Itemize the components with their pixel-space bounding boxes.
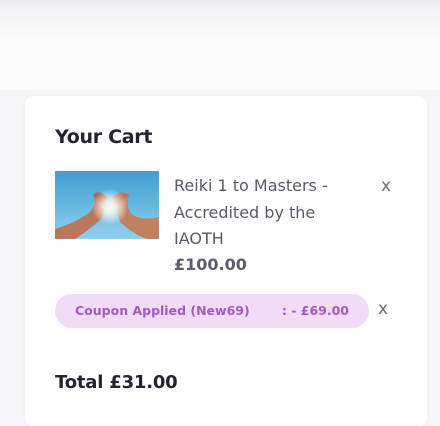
coupon-discount-amount: : - £69.00 bbox=[281, 303, 349, 318]
cart-total: Total £31.00 bbox=[55, 372, 178, 393]
product-thumbnail[interactable] bbox=[55, 171, 159, 239]
remove-coupon-button[interactable]: x bbox=[378, 301, 388, 318]
top-header-fade bbox=[0, 0, 440, 90]
coupon-badge: Coupon Applied (New69) : - £69.00 bbox=[55, 294, 369, 328]
product-price: £100.00 bbox=[174, 255, 247, 274]
cart-title: Your Cart bbox=[55, 126, 153, 148]
product-name[interactable]: Reiki 1 to Masters - Accredited by the I… bbox=[174, 173, 364, 253]
coupon-label: Coupon Applied (New69) bbox=[75, 303, 250, 318]
remove-item-button[interactable]: x bbox=[381, 178, 391, 195]
hands-light-photo-icon bbox=[55, 171, 159, 239]
